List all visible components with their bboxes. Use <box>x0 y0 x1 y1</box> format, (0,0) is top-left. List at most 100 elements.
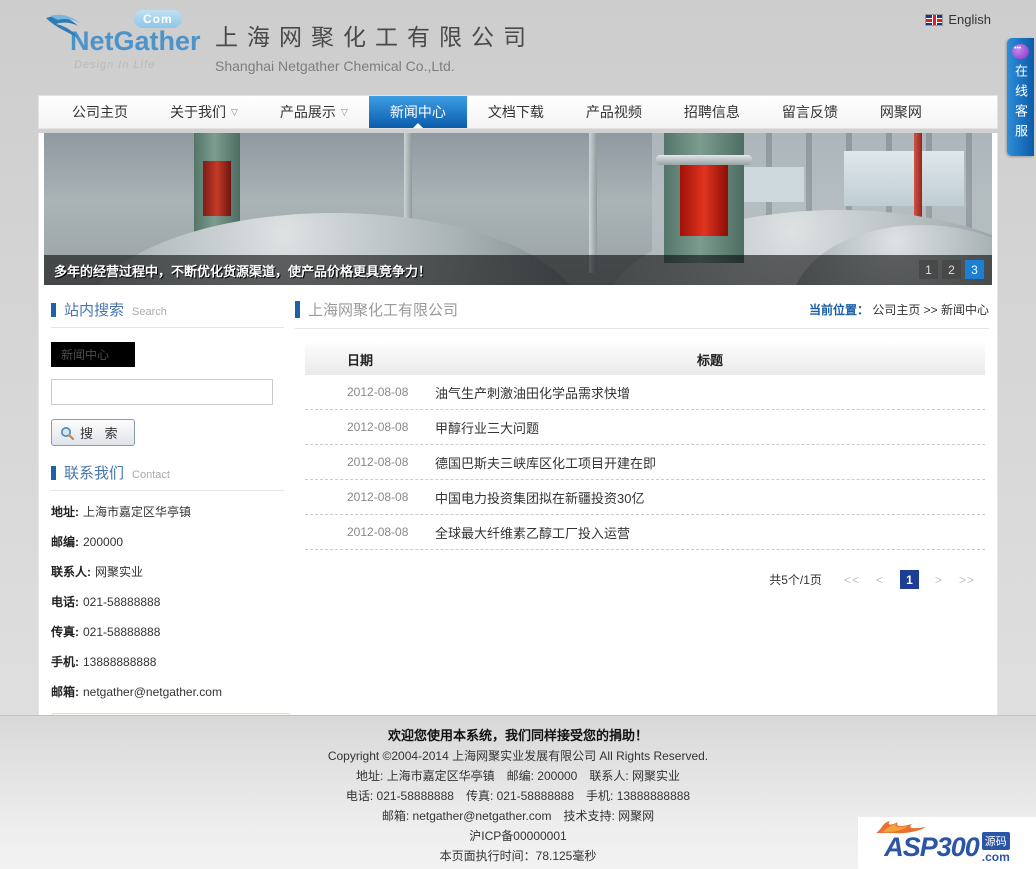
contact-address: 地址:上海市嘉定区华亭镇 <box>51 503 284 520</box>
panel-header: 上海网聚化工有限公司 当前位置： 公司主页 >> 新闻中心 <box>295 299 989 329</box>
dotcom-text: .com <box>982 850 1010 864</box>
pagination-first[interactable]: << <box>844 573 860 587</box>
flame-icon <box>874 819 934 835</box>
contact-zip: 邮编:200000 <box>51 533 284 550</box>
reactor-column <box>664 133 744 263</box>
page-header: Com NetGather Design In Life 上海网聚化工有限公司 … <box>0 0 1036 95</box>
bird-swoosh-icon <box>44 12 96 46</box>
asp300-text: ASP300 <box>884 832 979 863</box>
banner-caption-bar: 多年的经营过程中，不断优化货源渠道，使产品价格更具竞争力！ <box>44 255 992 285</box>
nav-item-downloads[interactable]: 文档下载 <box>467 96 565 128</box>
contact-list: 地址:上海市嘉定区华亭镇 邮编:200000 联系人:网聚实业 电话:021-5… <box>51 503 284 700</box>
footer-welcome: 欢迎您使用本系统，我们同样接受您的捐助！ <box>0 726 1036 746</box>
contact-section-header: 联系我们 Contact <box>51 462 284 491</box>
main-panel: 上海网聚化工有限公司 当前位置： 公司主页 >> 新闻中心 日期 标题 2012… <box>289 285 997 770</box>
footer-address: 地址: 上海市嘉定区华亭镇 邮编: 200000 联系人: 网聚实业 <box>0 766 1036 786</box>
chevron-down-icon: ▽ <box>231 96 238 129</box>
online-service-tab[interactable]: 在线客服 <box>1007 38 1034 156</box>
nav-item-home[interactable]: 公司主页 <box>51 96 149 128</box>
sidebar: 站内搜索 Search 新闻中心 搜 索 联系我们 Contact 地址:上海市… <box>39 285 289 770</box>
pipe <box>589 133 597 273</box>
contact-section-title: 联系我们 <box>64 462 124 483</box>
logo-com-badge: Com <box>134 10 182 28</box>
nav-item-jobs[interactable]: 招聘信息 <box>663 96 761 128</box>
nav-item-videos[interactable]: 产品视频 <box>565 96 663 128</box>
news-title-link[interactable]: 全球最大纤维素乙醇工厂投入运营 <box>435 523 630 542</box>
page-title: 上海网聚化工有限公司 <box>308 299 809 320</box>
nav-item-about[interactable]: 关于我们▽ <box>149 96 259 128</box>
online-service-label: 在线客服 <box>1011 64 1030 144</box>
pagination-prev[interactable]: < <box>876 573 884 587</box>
pagination: 共5个/1页 << < 1 > >> <box>295 550 989 589</box>
language-label: English <box>948 12 991 27</box>
pagination-next[interactable]: > <box>935 573 943 587</box>
table-row: 2012-08-08 德国巴斯夫三峡库区化工项目开建在即 <box>305 445 985 480</box>
news-title-link[interactable]: 中国电力投资集团拟在新疆投资30亿 <box>435 488 644 507</box>
company-name-en: Shanghai Netgather Chemical Co.,Ltd. <box>215 58 535 74</box>
nav-item-netgather[interactable]: 网聚网 <box>859 96 943 128</box>
company-titles: 上海网聚化工有限公司 Shanghai Netgather Chemical C… <box>215 18 535 74</box>
nav-item-products[interactable]: 产品展示▽ <box>259 96 369 128</box>
banner-page-2[interactable]: 2 <box>942 260 961 279</box>
search-section-header: 站内搜索 Search <box>51 299 284 328</box>
pagination-summary: 共5个/1页 <box>769 571 822 588</box>
main-navigation: 公司主页 关于我们▽ 产品展示▽ 新闻中心 文档下载 产品视频 招聘信息 留言反… <box>38 95 998 129</box>
asp300-watermark-logo[interactable]: ASP300 源码 .com <box>858 817 1036 869</box>
table-row: 2012-08-08 中国电力投资集团拟在新疆投资30亿 <box>305 480 985 515</box>
column-header-title: 标题 <box>435 350 985 369</box>
news-title-link[interactable]: 德国巴斯夫三峡库区化工项目开建在即 <box>435 453 656 472</box>
breadcrumb-label: 当前位置： <box>809 303 869 317</box>
news-table-header: 日期 标题 <box>305 343 985 375</box>
tank-flange <box>656 155 752 165</box>
logo-tagline: Design In Life <box>74 59 208 71</box>
pagination-current-page[interactable]: 1 <box>900 570 919 589</box>
table-row: 2012-08-08 油气生产刺激油田化学品需求快增 <box>305 375 985 410</box>
contact-mobile: 手机:13888888888 <box>51 653 284 670</box>
column-header-date: 日期 <box>305 350 435 369</box>
search-input[interactable] <box>51 379 273 405</box>
breadcrumb-path[interactable]: 公司主页 >> 新闻中心 <box>872 303 989 317</box>
chevron-down-icon: ▽ <box>341 96 348 129</box>
search-section-title: 站内搜索 <box>64 299 124 320</box>
contact-section-subtitle: Contact <box>132 469 170 481</box>
table-row: 2012-08-08 甲醇行业三大问题 <box>305 410 985 445</box>
contact-person: 联系人:网聚实业 <box>51 563 284 580</box>
contact-fax: 传真:021-58888888 <box>51 623 284 640</box>
section-marker <box>295 301 300 318</box>
magnifier-icon <box>60 426 74 440</box>
hero-banner: 多年的经营过程中，不断优化货源渠道，使产品价格更具竞争力！ 1 2 3 <box>44 133 992 285</box>
news-date: 2012-08-08 <box>305 420 435 434</box>
active-tab-notch <box>413 123 423 128</box>
banner-page-3[interactable]: 3 <box>965 260 984 279</box>
contact-phone: 电话:021-58888888 <box>51 593 284 610</box>
banner-pagination: 1 2 3 <box>919 260 984 279</box>
banner-page-1[interactable]: 1 <box>919 260 938 279</box>
breadcrumb: 当前位置： 公司主页 >> 新闻中心 <box>809 301 989 318</box>
nav-item-feedback[interactable]: 留言反馈 <box>761 96 859 128</box>
yuanma-badge: 源码 <box>982 832 1010 850</box>
category-link-news[interactable]: 新闻中心 <box>51 342 135 367</box>
contact-email: 邮箱:netgather@netgather.com <box>51 683 284 700</box>
section-marker <box>51 466 56 480</box>
chat-bubble-icon <box>1012 44 1029 59</box>
logo: Com NetGather Design In Life <box>48 10 208 71</box>
nav-item-news[interactable]: 新闻中心 <box>369 96 467 128</box>
news-title-link[interactable]: 油气生产刺激油田化学品需求快增 <box>435 383 630 402</box>
uk-flag-icon <box>925 14 943 26</box>
news-title-link[interactable]: 甲醇行业三大问题 <box>435 418 539 437</box>
company-name-zh: 上海网聚化工有限公司 <box>215 18 535 52</box>
factory-windows <box>844 151 964 206</box>
table-row: 2012-08-08 全球最大纤维素乙醇工厂投入运营 <box>305 515 985 550</box>
footer-phones: 电话: 021-58888888 传真: 021-58888888 手机: 13… <box>0 786 1036 806</box>
search-section-subtitle: Search <box>132 306 167 318</box>
footer-copyright: Copyright ©2004-2014 上海网聚实业发展有限公司 All Ri… <box>0 746 1036 766</box>
news-date: 2012-08-08 <box>305 525 435 539</box>
news-table: 日期 标题 2012-08-08 油气生产刺激油田化学品需求快增 2012-08… <box>305 343 985 550</box>
news-date: 2012-08-08 <box>305 455 435 469</box>
content-area: 多年的经营过程中，不断优化货源渠道，使产品价格更具竞争力！ 1 2 3 站内搜索… <box>38 133 998 719</box>
news-date: 2012-08-08 <box>305 385 435 399</box>
language-switch-english[interactable]: English <box>925 12 991 27</box>
section-marker <box>51 303 56 317</box>
search-button[interactable]: 搜 索 <box>51 419 135 446</box>
pagination-last[interactable]: >> <box>959 573 975 587</box>
